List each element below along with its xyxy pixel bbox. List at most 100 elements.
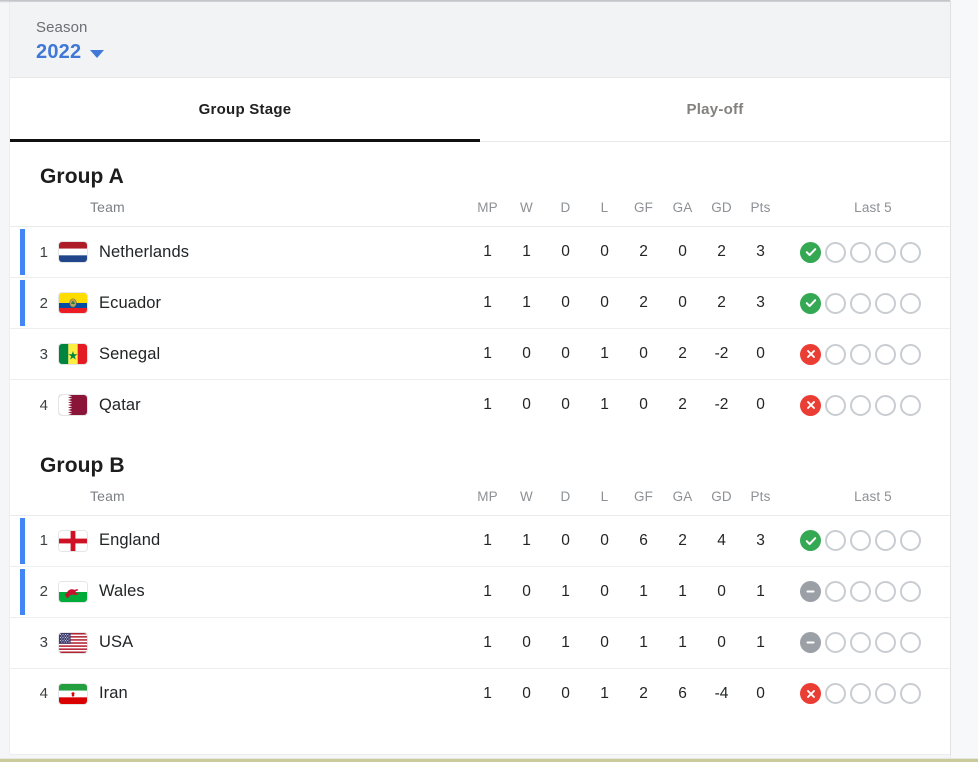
last5-empty-icon	[825, 241, 846, 263]
cell-gap	[780, 667, 793, 719]
cell-ga: 2	[663, 328, 702, 380]
qualification-indicator-cell	[10, 227, 25, 278]
column-header-last5: Last 5	[854, 200, 892, 215]
cell-d: 1	[546, 616, 585, 668]
standings-table: Team MP W D L GF GA GD Pts Last 5 1 Netherlands…	[10, 199, 950, 431]
column-header-pts[interactable]: Pts	[741, 488, 780, 516]
cell-w: 0	[507, 565, 546, 617]
column-header-d[interactable]: D	[546, 199, 585, 227]
column-header-d[interactable]: D	[546, 488, 585, 516]
column-header-l[interactable]: L	[585, 199, 624, 227]
column-header-w[interactable]: W	[507, 488, 546, 516]
cell-gap	[780, 277, 793, 329]
cell-pts: 0	[741, 328, 780, 380]
last5-empty-icon	[850, 343, 871, 365]
table-row[interactable]: 4 Qatar 1 0 0 1 0 2 -2 0	[10, 379, 950, 431]
cell-w: 0	[507, 328, 546, 380]
right-gutter	[950, 0, 978, 762]
column-header-gd[interactable]: GD	[702, 488, 741, 516]
last5-empty-icon	[875, 241, 896, 263]
last5-empty-icon	[850, 632, 871, 653]
cell-team-name[interactable]: Wales	[90, 565, 468, 617]
qualification-indicator-cell	[10, 277, 25, 329]
groups-container: Group A Team MP W D L GF GA GD Pts Last 5	[10, 142, 950, 719]
flag-england-icon	[59, 530, 87, 551]
cell-gf: 2	[624, 667, 663, 719]
cell-l: 0	[600, 243, 609, 260]
table-row[interactable]: 1 England 11006243	[10, 515, 950, 566]
cell-team-name[interactable]: Qatar	[90, 379, 468, 431]
column-header-team[interactable]: Team	[90, 199, 468, 227]
last5-empty-icon	[900, 241, 921, 263]
cell-gd: 0	[702, 616, 741, 668]
cell-last5	[793, 616, 950, 668]
cell-team-name[interactable]: USA	[90, 616, 468, 668]
cell-team-name[interactable]: Iran	[90, 667, 468, 719]
last5-empty-icon	[825, 581, 846, 602]
cell-last5	[793, 328, 950, 380]
last5-empty-icon	[875, 683, 896, 705]
last5-empty-icon	[900, 683, 921, 705]
qualification-indicator-cell	[10, 379, 20, 431]
tab-group-stage[interactable]: Group Stage	[10, 78, 480, 142]
last5-empty-icon	[850, 241, 871, 263]
tab-play-off[interactable]: Play-off	[480, 78, 950, 141]
cell-ga: 1	[663, 565, 702, 617]
column-header-gf[interactable]: GF	[624, 488, 663, 516]
cell-pts: 0	[741, 667, 780, 719]
header-flag	[52, 488, 90, 516]
qualified-bar	[20, 229, 25, 275]
cell-l: 1	[585, 667, 624, 719]
season-dropdown[interactable]: 2022	[36, 41, 105, 64]
cell-gd: 2	[717, 243, 726, 260]
column-header-mp[interactable]: MP	[468, 488, 507, 516]
table-row[interactable]: 3 USA 10101101	[10, 616, 950, 668]
cell-team-name[interactable]: Netherlands	[90, 227, 468, 278]
cell-d: 0	[561, 243, 570, 260]
cell-last5	[793, 515, 950, 566]
header-rank	[20, 199, 52, 227]
column-header-gf[interactable]: GF	[624, 199, 663, 227]
header-gap	[780, 199, 793, 227]
cell-team-name[interactable]: Ecuador	[90, 277, 468, 329]
cell-team-name[interactable]: England	[90, 515, 468, 566]
cell-flag	[52, 667, 90, 719]
last5-empty-icon	[850, 530, 871, 551]
cell-gf: 0	[624, 379, 663, 431]
flag-ecuador-icon	[59, 293, 87, 313]
flag-usa-icon	[59, 632, 87, 653]
column-header-mp[interactable]: MP	[468, 199, 507, 227]
column-header-team[interactable]: Team	[90, 488, 468, 516]
last5-empty-icon	[825, 632, 846, 653]
cell-flag	[52, 227, 90, 278]
table-row[interactable]: 4 Iran 1 0 0 1 2 6 -4 0	[10, 667, 950, 719]
qualified-bar	[20, 517, 25, 564]
column-header-l[interactable]: L	[585, 488, 624, 516]
cell-d: 0	[546, 277, 585, 329]
column-header-w[interactable]: W	[507, 199, 546, 227]
column-header-last5: Last 5	[854, 488, 892, 504]
column-header-gd[interactable]: GD	[702, 199, 741, 227]
last5-strip	[793, 343, 950, 365]
cell-last5	[793, 565, 950, 617]
column-header-ga[interactable]: GA	[663, 199, 702, 227]
column-header-ga[interactable]: GA	[663, 488, 702, 516]
flag-senegal-icon	[59, 344, 87, 364]
cell-flag	[52, 328, 90, 380]
tab-bar: Group Stage Play-off	[10, 78, 950, 142]
table-row[interactable]: 3 Senegal 1 0 0 1 0 2 -2 0	[10, 328, 950, 380]
last5-strip	[793, 530, 950, 551]
flag-iran-icon	[59, 683, 87, 704]
cell-team-name[interactable]: Senegal	[90, 328, 468, 380]
cell-d: 0	[561, 531, 570, 549]
table-row[interactable]: 2 Wales 10101101	[10, 565, 950, 617]
cell-gf: 0	[624, 328, 663, 380]
cell-last5	[793, 667, 950, 719]
column-header-pts[interactable]: Pts	[741, 199, 780, 227]
last5-empty-icon	[825, 530, 846, 551]
table-row[interactable]: 2 Ecuador 11002023	[10, 277, 950, 329]
standings-table: Team MP W D L GF GA GD Pts Last 5 1 England 110…	[10, 488, 950, 719]
table-header: Team MP W D L GF GA GD Pts Last 5	[10, 488, 950, 516]
last5-win-icon	[800, 530, 821, 551]
table-row[interactable]: 1 Netherlands 11002023	[10, 227, 950, 278]
